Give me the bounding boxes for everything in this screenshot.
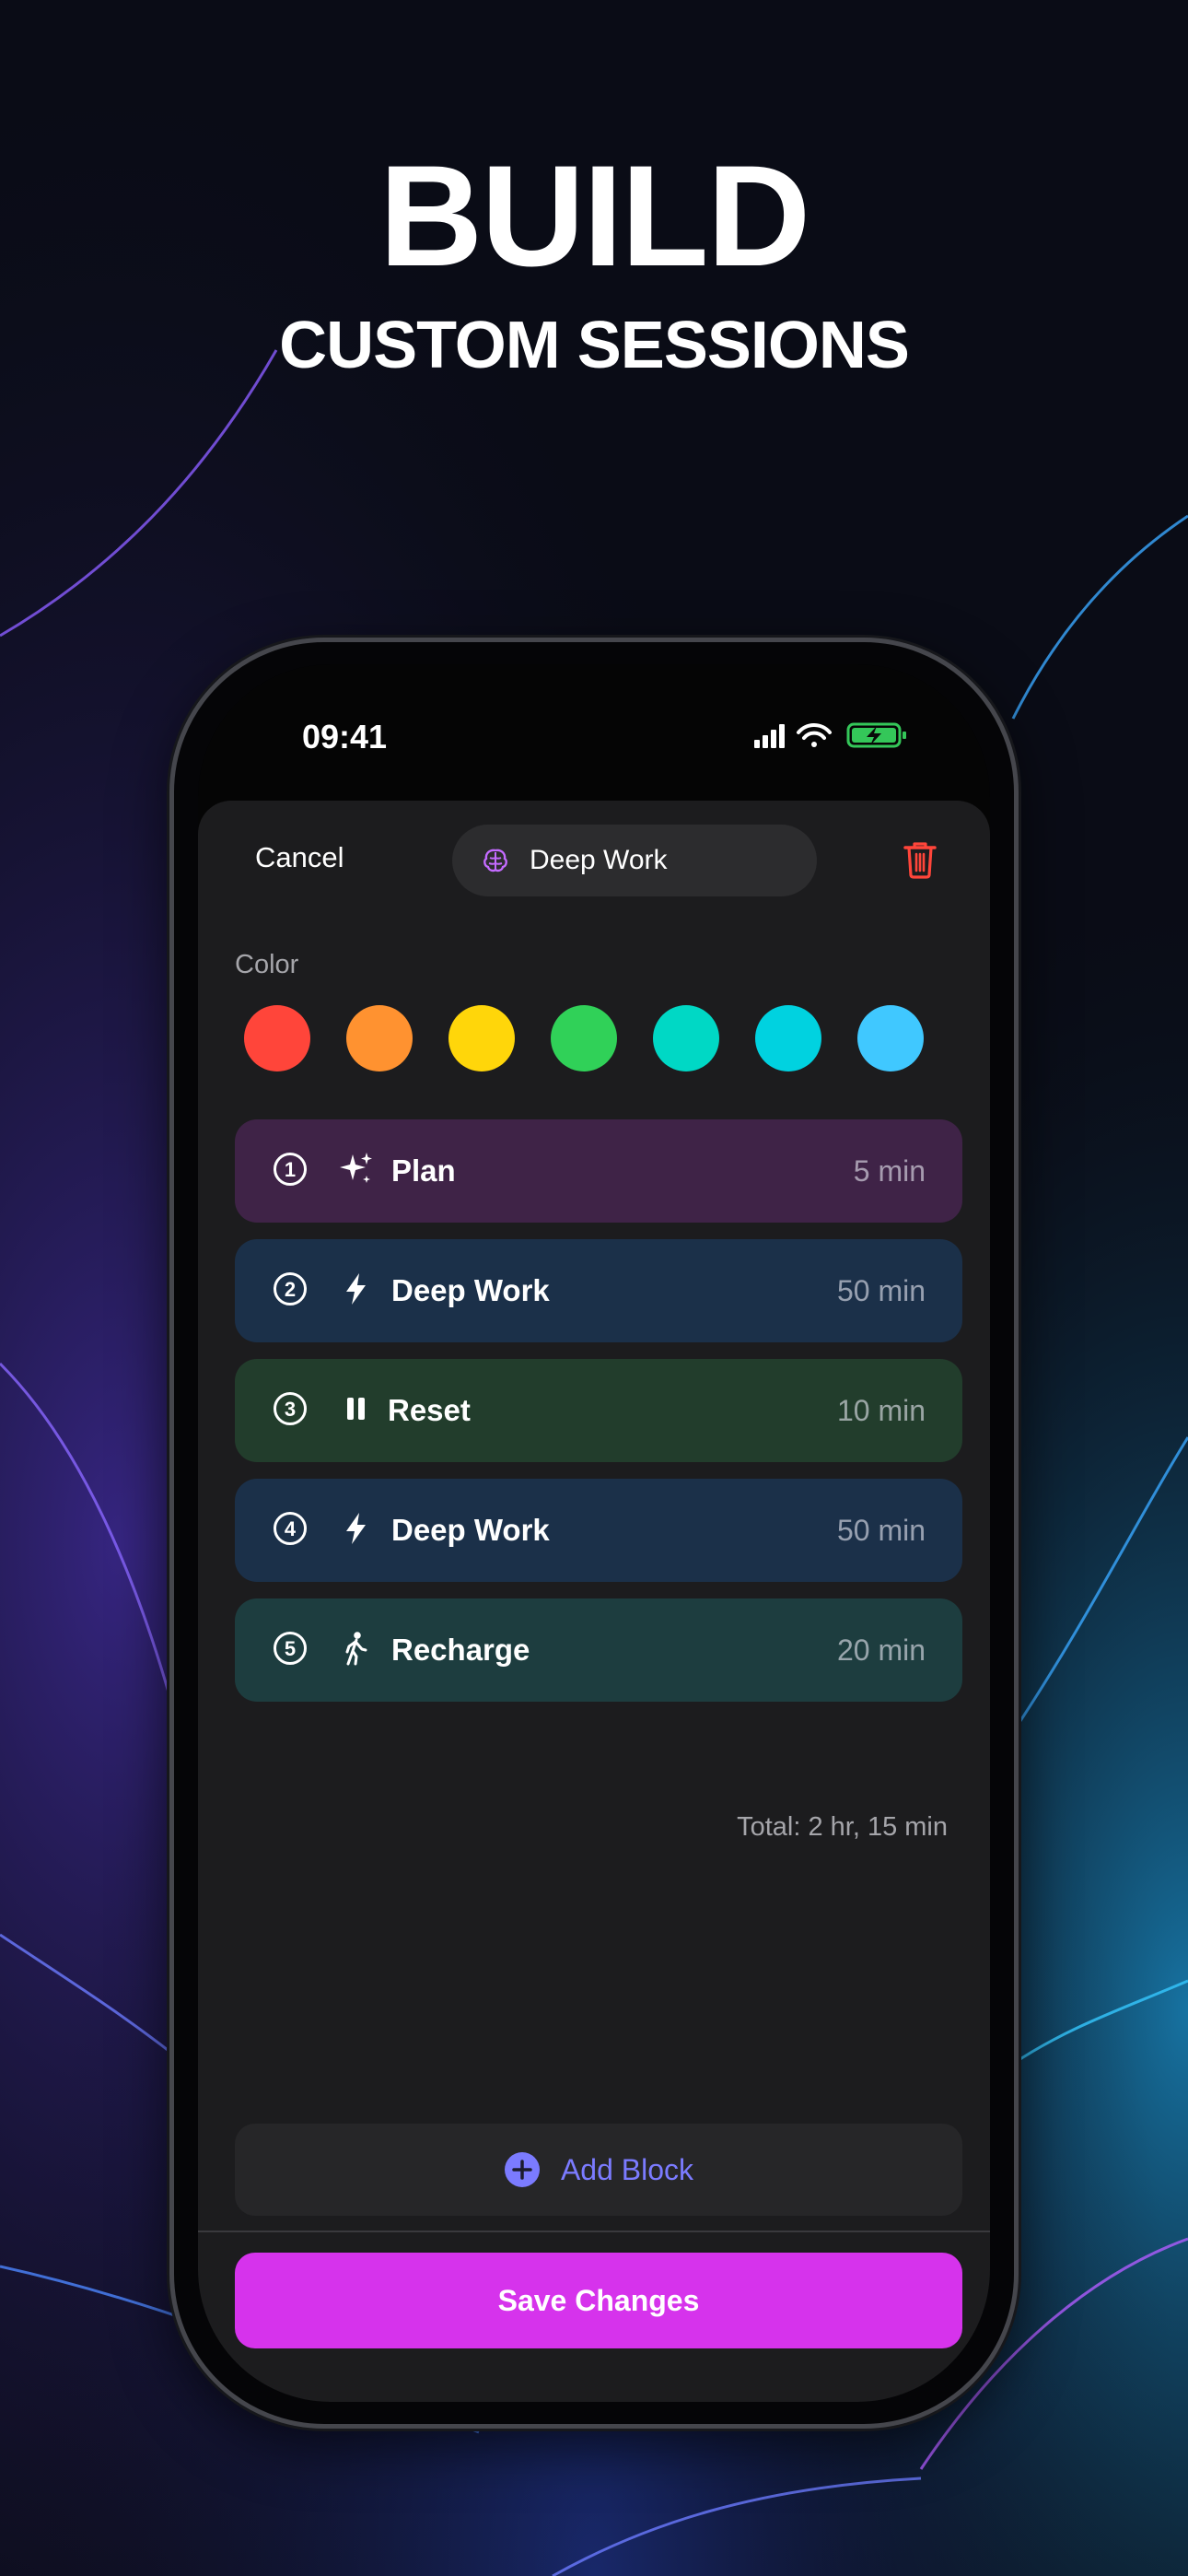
session-block[interactable]: 1 Plan 5 min	[235, 1119, 962, 1223]
bolt-icon	[346, 1513, 366, 1544]
block-number: 5	[274, 1632, 307, 1665]
session-block[interactable]: 4 Deep Work 50 min	[235, 1479, 962, 1582]
divider	[198, 2231, 990, 2232]
save-changes-button[interactable]: Save Changes	[235, 2253, 962, 2348]
block-number: 4	[274, 1512, 307, 1545]
status-icons	[754, 722, 906, 748]
color-swatch[interactable]	[346, 1005, 413, 1071]
status-time: 09:41	[302, 718, 388, 755]
pause-icon	[347, 1398, 365, 1420]
block-number: 3	[274, 1392, 307, 1425]
color-swatch[interactable]	[244, 1005, 310, 1071]
color-label: Color	[235, 950, 299, 979]
block-number: 1	[274, 1153, 307, 1186]
color-swatch[interactable]	[653, 1005, 719, 1071]
headline-title: BUILD	[379, 136, 811, 297]
color-swatch[interactable]	[448, 1005, 515, 1071]
session-block[interactable]: 5 Recharge 20 min	[235, 1598, 962, 1702]
session-editor-sheet: Cancel Deep Work Color 1 Plan 5 min 2 Deep W…	[198, 801, 990, 2402]
block-name: Recharge	[391, 1633, 530, 1667]
total-duration: Total: 2 hr, 15 min	[737, 1812, 948, 1842]
walking-icon	[345, 1632, 367, 1666]
block-duration: 50 min	[836, 1514, 926, 1547]
block-duration: 20 min	[836, 1633, 926, 1667]
brain-icon	[483, 849, 507, 872]
color-swatch[interactable]	[857, 1005, 924, 1071]
wifi-icon	[797, 722, 832, 747]
block-name: Deep Work	[391, 1513, 550, 1547]
phone-screen: 09:41 Cancel Deep Work Color 1 Plan 5 mi…	[198, 664, 990, 2402]
add-block-label: Add Block	[560, 2152, 694, 2186]
session-title-field[interactable]: Deep Work	[452, 825, 817, 896]
block-duration: 5 min	[853, 1154, 926, 1188]
sparkles-icon	[340, 1153, 372, 1183]
trash-icon[interactable]	[902, 839, 938, 880]
block-number: 2	[274, 1272, 307, 1306]
block-duration: 10 min	[836, 1394, 926, 1427]
plus-circle-icon	[504, 2152, 540, 2187]
color-swatch[interactable]	[755, 1005, 821, 1071]
bolt-icon	[346, 1273, 366, 1305]
session-block[interactable]: 3 Reset 10 min	[235, 1359, 962, 1462]
block-name: Reset	[388, 1393, 471, 1427]
block-name: Deep Work	[391, 1273, 550, 1307]
block-name: Plan	[391, 1153, 456, 1188]
signal-icon	[754, 724, 785, 748]
session-title: Deep Work	[530, 845, 668, 875]
battery-charging-icon	[846, 722, 906, 748]
phone-frame: 09:41 Cancel Deep Work Color 1 Plan 5 mi…	[169, 638, 1019, 2429]
session-block[interactable]: 2 Deep Work 50 min	[235, 1239, 962, 1342]
block-duration: 50 min	[836, 1274, 926, 1307]
add-block-button[interactable]: Add Block	[235, 2124, 962, 2216]
color-swatch[interactable]	[551, 1005, 617, 1071]
headline-subtitle: CUSTOM SESSIONS	[279, 309, 910, 382]
cancel-button[interactable]: Cancel	[255, 841, 344, 874]
